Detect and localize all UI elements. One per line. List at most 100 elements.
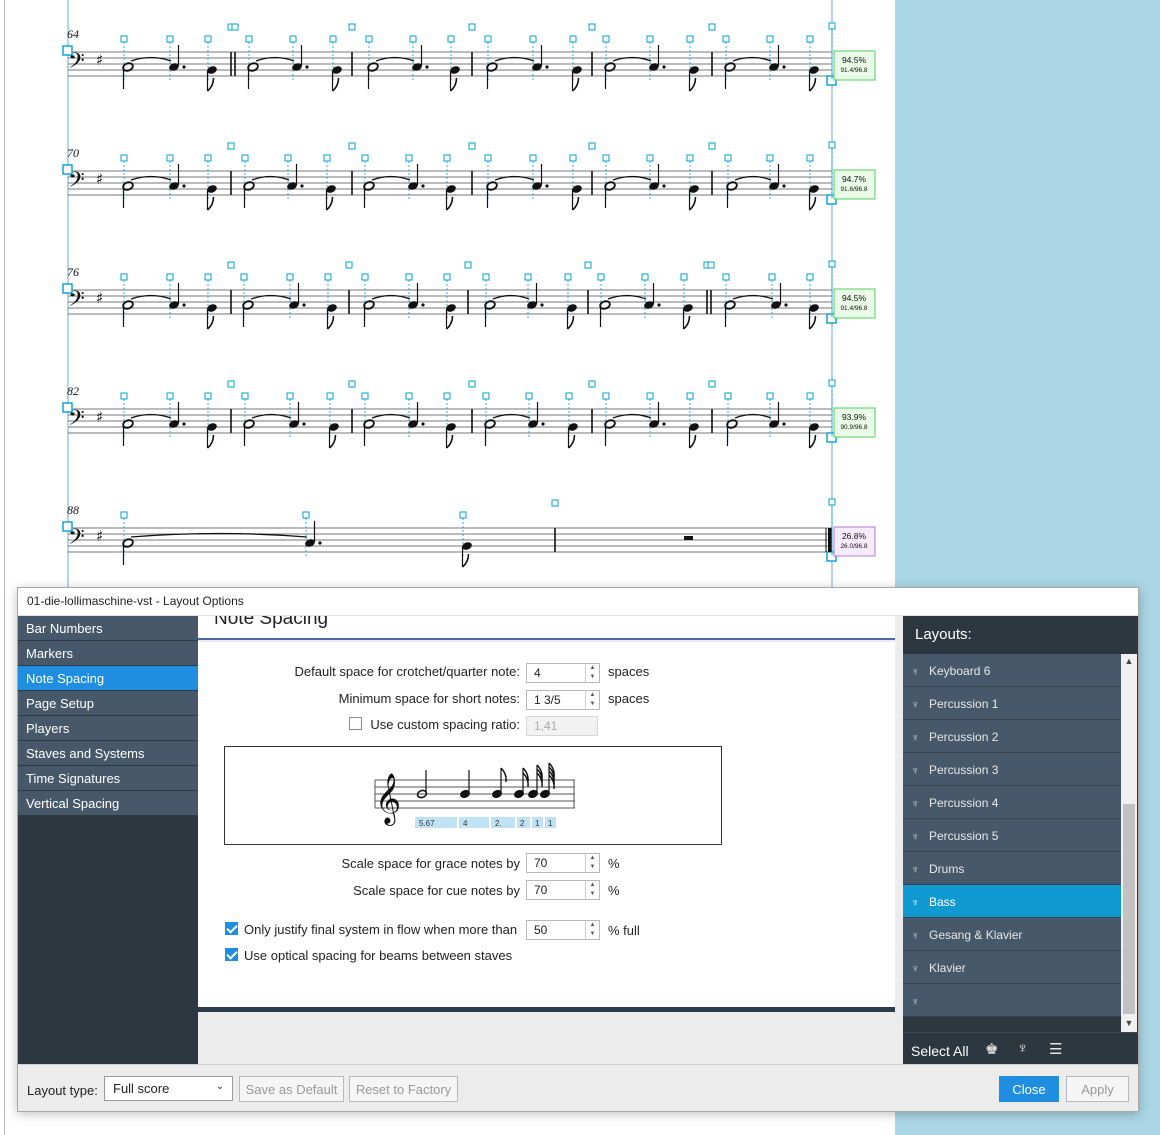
justify-final-stepper[interactable]: ▲▼: [526, 920, 600, 940]
layout-item[interactable]: ♆ Percussion 2: [903, 720, 1121, 753]
select-all-button[interactable]: Select All: [911, 1043, 969, 1059]
crotchet-space-stepper[interactable]: ▲▼: [526, 663, 600, 683]
dot: [302, 303, 306, 307]
grace-notes-input[interactable]: [527, 854, 585, 872]
note-handle: [680, 273, 688, 281]
note-handle: [806, 392, 814, 400]
layout-item-label: Klavier: [929, 961, 966, 975]
nav-item[interactable]: Note Spacing: [18, 666, 198, 691]
custom-ratio-field: [526, 716, 598, 736]
layout-item[interactable]: ♆: [903, 984, 1121, 1017]
barline-handle: [348, 23, 356, 31]
custom-ratio-checkbox[interactable]: [349, 717, 362, 730]
apply-button[interactable]: Apply: [1066, 1076, 1129, 1102]
layout-item[interactable]: ♆ Keyboard 6: [903, 654, 1121, 687]
part-layout-icon: ♆: [911, 897, 920, 909]
part-layout-icon: ♆: [911, 798, 920, 810]
optical-spacing-checkbox[interactable]: [225, 948, 238, 961]
dot: [305, 65, 309, 69]
full-score-icon[interactable]: ♚: [985, 1040, 998, 1058]
grace-notes-stepper[interactable]: ▲▼: [526, 853, 600, 873]
layout-item[interactable]: ♆ Gesang & Klavier: [903, 918, 1121, 951]
chevron-down-icon[interactable]: ▼: [586, 700, 599, 709]
chevron-up-icon[interactable]: ▲: [586, 921, 599, 930]
rest-icon: [684, 536, 693, 540]
part-layout-icon[interactable]: ♆: [1017, 1040, 1028, 1057]
save-as-default-button[interactable]: Save as Default: [239, 1076, 344, 1102]
close-button[interactable]: Close: [999, 1076, 1059, 1102]
layout-item[interactable]: ♆ Klavier: [903, 951, 1121, 984]
chevron-up-icon[interactable]: ▲: [586, 664, 599, 673]
dot: [662, 65, 666, 69]
grace-notes-arrows[interactable]: ▲ ▼: [585, 854, 599, 872]
nav-item[interactable]: Bar Numbers: [18, 616, 198, 641]
nav-item[interactable]: Page Setup: [18, 691, 198, 716]
cue-notes-stepper[interactable]: ▲▼: [526, 880, 600, 900]
chevron-up-icon[interactable]: ▲: [586, 881, 599, 890]
chevron-down-icon[interactable]: ▼: [586, 930, 599, 939]
nav-item[interactable]: Players: [18, 716, 198, 741]
layout-item[interactable]: ♆ Percussion 4: [903, 786, 1121, 819]
crotchet-space-input[interactable]: [527, 664, 585, 682]
scroll-down-icon[interactable]: ▼: [1121, 1018, 1137, 1032]
note-handle: [646, 35, 654, 43]
justify-final-input[interactable]: [527, 921, 585, 939]
chevron-down-icon[interactable]: ▼: [586, 673, 599, 682]
layout-item[interactable]: ♆ Percussion 5: [903, 819, 1121, 852]
note-handle: [447, 35, 455, 43]
nav-item[interactable]: Staves and Systems: [18, 741, 198, 766]
layout-item[interactable]: ♆ Percussion 1: [903, 687, 1121, 720]
note-handle: [241, 392, 249, 400]
chevron-up-icon[interactable]: ▲: [586, 691, 599, 700]
nav-item[interactable]: Time Signatures: [18, 766, 198, 791]
sharp-icon: ♯: [96, 51, 103, 69]
short-notes-input[interactable]: [527, 691, 585, 709]
cue-notes-arrows[interactable]: ▲ ▼: [585, 881, 599, 899]
layout-item[interactable]: ♆ Percussion 3: [903, 753, 1121, 786]
dot: [545, 184, 549, 188]
cue-notes-input[interactable]: [527, 881, 585, 899]
layout-type-select[interactable]: Full score ⌄: [104, 1076, 233, 1101]
preview-number: 2: [520, 819, 525, 828]
layouts-scrollbar[interactable]: ▲ ▼: [1121, 654, 1137, 1032]
chevron-down-icon[interactable]: ▼: [586, 863, 599, 872]
note-handle: [443, 392, 451, 400]
justify-final-checkbox[interactable]: [225, 922, 238, 935]
nav-item[interactable]: Vertical Spacing: [18, 791, 198, 816]
note-handle: [284, 154, 292, 162]
nav-item[interactable]: Markers: [18, 641, 198, 666]
note-handle: [361, 154, 369, 162]
note-handle: [602, 154, 610, 162]
scroll-thumb[interactable]: [1123, 804, 1135, 1014]
dialog-title: 01-die-lollimaschine-vst - Layout Option…: [18, 588, 1138, 616]
layout-item-label: Percussion 1: [929, 697, 999, 711]
note-handle: [120, 154, 128, 162]
custom-layout-icon[interactable]: ☰: [1049, 1040, 1062, 1058]
chevron-up-icon[interactable]: ▲: [586, 854, 599, 863]
note-handle: [166, 392, 174, 400]
dot: [540, 303, 544, 307]
barline-handle: [468, 380, 476, 388]
barline-handle: [348, 380, 356, 388]
justify-final-arrows[interactable]: ▲ ▼: [585, 921, 599, 939]
layout-item-label: Percussion 5: [929, 829, 999, 843]
layouts-header: Layouts:: [915, 626, 972, 643]
chevron-down-icon[interactable]: ▼: [586, 890, 599, 899]
note-handle: [166, 35, 174, 43]
short-notes-arrows[interactable]: ▲ ▼: [585, 691, 599, 709]
note-handle: [565, 392, 573, 400]
dot: [182, 184, 186, 188]
barline-handle: [584, 261, 592, 269]
barline-handle: [707, 261, 715, 269]
crotchet-space-arrows[interactable]: ▲ ▼: [585, 664, 599, 682]
short-notes-stepper[interactable]: ▲▼: [526, 690, 600, 710]
scroll-up-icon[interactable]: ▲: [1121, 656, 1137, 670]
reset-to-factory-button[interactable]: Reset to Factory: [349, 1076, 458, 1102]
layout-item[interactable]: ♆ Drums: [903, 852, 1121, 885]
dot: [541, 422, 545, 426]
system-handle: [62, 521, 73, 532]
layout-item[interactable]: ♆ Bass: [903, 885, 1121, 918]
preview-number: 5.67: [419, 819, 435, 828]
note-handle: [766, 392, 774, 400]
note-handle: [166, 154, 174, 162]
